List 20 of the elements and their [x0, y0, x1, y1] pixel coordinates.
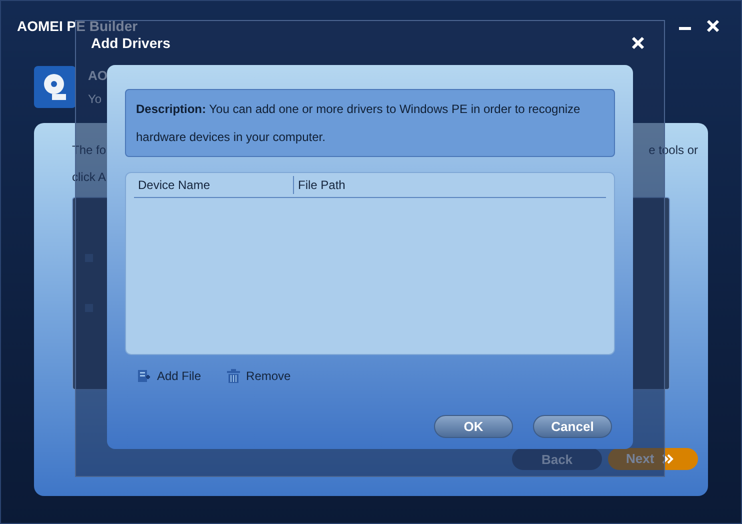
dialog-title: Add Drivers [91, 34, 170, 52]
cancel-button[interactable]: Cancel [533, 415, 612, 438]
minimize-icon [679, 27, 691, 30]
add-file-icon [137, 368, 151, 384]
add-file-button[interactable]: Add File [137, 367, 202, 385]
remove-button[interactable]: Remove [227, 367, 291, 385]
header-title: AO [88, 67, 108, 86]
header-subtitle: Yo [88, 90, 103, 108]
back-button[interactable]: Back [512, 448, 602, 470]
close-button[interactable] [630, 35, 646, 51]
column-header[interactable]: Device Name [134, 176, 294, 194]
close-icon [706, 19, 720, 33]
close-button[interactable] [705, 18, 721, 34]
ok-button[interactable]: OK [434, 415, 513, 438]
close-icon [631, 36, 645, 50]
trash-icon [227, 369, 240, 383]
column-header[interactable]: File Path [294, 176, 346, 194]
disc-usb-icon [34, 66, 76, 108]
description-text: Description: You can add one or more drivers to Windows PE in order to recognize hardware devices in your computer. [136, 101, 582, 146]
double-chevron-icon [662, 454, 674, 464]
